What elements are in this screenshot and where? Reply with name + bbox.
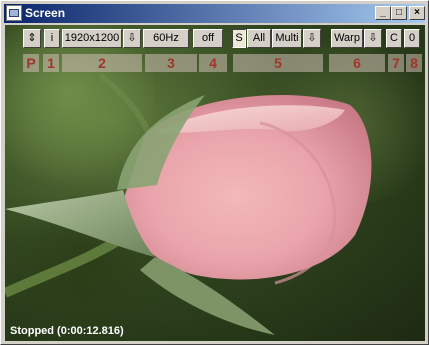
close-button[interactable]: × [409, 6, 425, 20]
segment-3[interactable]: 3 [145, 54, 197, 72]
o-button[interactable]: 0 [404, 29, 420, 48]
segment-1[interactable]: 1 [43, 54, 59, 72]
c-button[interactable]: C [386, 29, 402, 48]
all-button[interactable]: All [247, 29, 271, 48]
rose-bud-image [5, 72, 372, 335]
arrow-down-icon[interactable]: ⇩ [303, 29, 321, 48]
info-button[interactable]: i [44, 29, 60, 48]
maximize-button[interactable]: □ [391, 6, 407, 20]
sync-icon[interactable]: ⇕ [23, 29, 41, 48]
window-title: Screen [25, 6, 66, 20]
warp-button[interactable]: Warp [331, 29, 363, 48]
s-toggle[interactable]: S [232, 29, 246, 48]
segment-2[interactable]: 2 [62, 54, 142, 72]
title-bar[interactable]: Screen _ □ × [4, 4, 425, 23]
arrow-down-icon[interactable]: ⇩ [364, 29, 382, 48]
segment-6[interactable]: 6 [329, 54, 385, 72]
segment-4[interactable]: 4 [199, 54, 227, 72]
segment-p[interactable]: P [23, 54, 39, 72]
resolution-select[interactable]: 1920x1200 [62, 29, 122, 48]
segment-7[interactable]: 7 [388, 54, 404, 72]
segment-5[interactable]: 5 [233, 54, 323, 72]
segment-8[interactable]: 8 [406, 54, 422, 72]
app-icon [6, 5, 22, 21]
video-viewport[interactable]: ⇕ i 1920x1200 ⇩ 60Hz off S All Multi ⇩ W… [5, 25, 425, 341]
off-button[interactable]: off [193, 29, 223, 48]
playback-status: Stopped (0:00:12.816) [10, 325, 124, 337]
refresh-rate-select[interactable]: 60Hz [143, 29, 189, 48]
arrow-down-icon[interactable]: ⇩ [123, 29, 141, 48]
minimize-button[interactable]: _ [375, 6, 391, 20]
multi-button[interactable]: Multi [272, 29, 302, 48]
screen-window: Screen _ □ × ⇕ i 1920x1200 ⇩ 60Hz off S … [0, 0, 429, 345]
